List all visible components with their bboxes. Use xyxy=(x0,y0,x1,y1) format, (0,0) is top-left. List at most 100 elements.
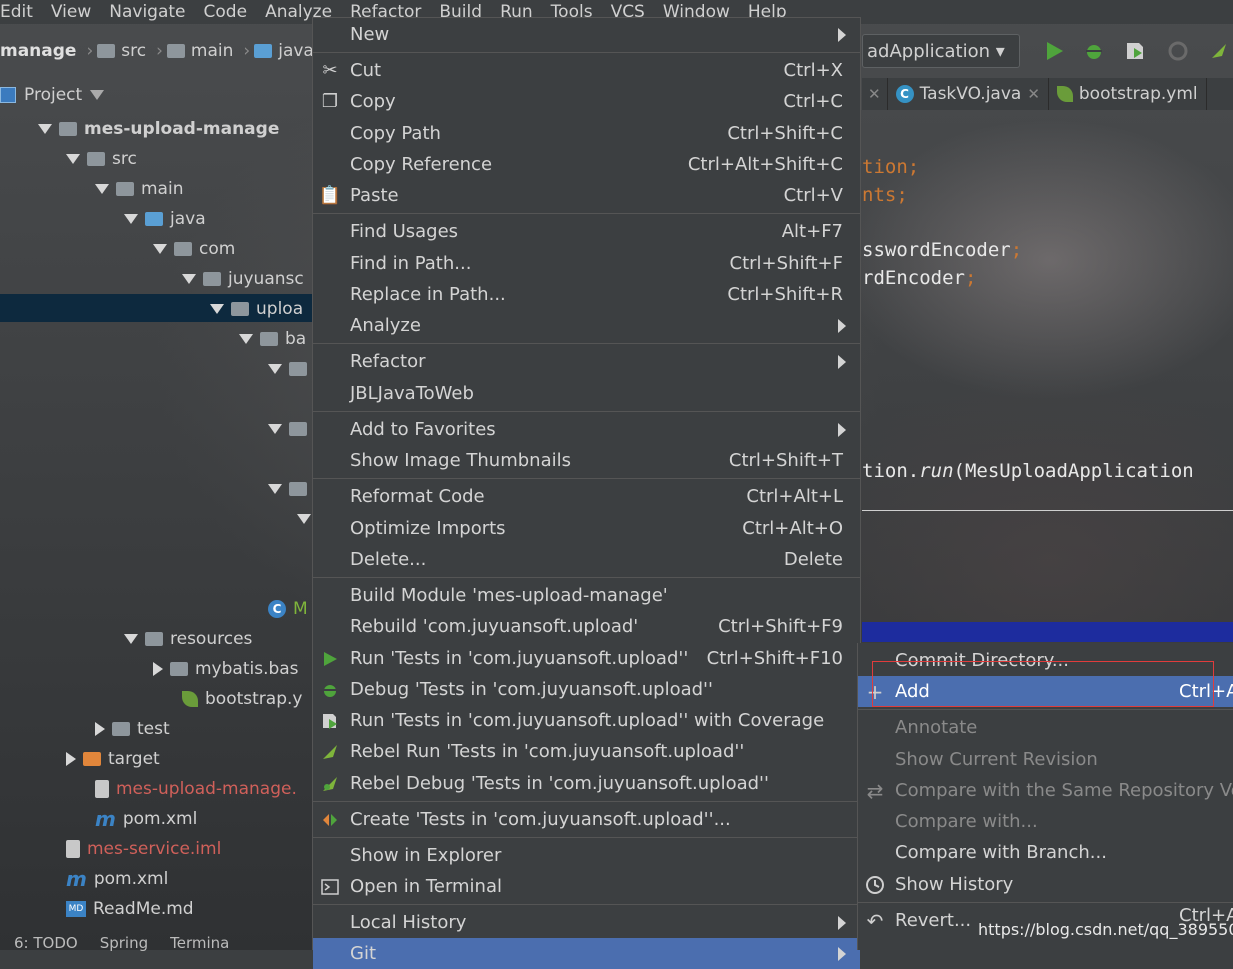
expand-arrow-icon[interactable] xyxy=(297,514,311,524)
tree-item[interactable]: mes-upload-manage xyxy=(38,114,279,144)
expand-arrow-icon[interactable] xyxy=(210,304,224,314)
expand-arrow-icon[interactable] xyxy=(124,214,138,224)
menu-navigate[interactable]: Navigate xyxy=(100,2,194,22)
menu-item-paste[interactable]: 📋 Paste Ctrl+V xyxy=(313,180,860,211)
menu-view[interactable]: View xyxy=(42,2,100,22)
menu-item-optimize-imports[interactable]: Optimize Imports Ctrl+Alt+O xyxy=(313,513,860,544)
profile-icon[interactable] xyxy=(1167,40,1189,62)
tree-item[interactable]: com xyxy=(153,234,235,264)
chevron-down-icon[interactable] xyxy=(90,90,105,100)
menu-item-rebuild[interactable]: Rebuild 'com.juyuansoft.upload' Ctrl+Shif… xyxy=(313,611,860,642)
menu-item-analyze[interactable]: Analyze xyxy=(313,310,860,341)
menu-item-show-image-thumbnails[interactable]: Show Image Thumbnails Ctrl+Shift+T xyxy=(313,445,860,476)
tree-item[interactable] xyxy=(268,414,307,444)
expand-arrow-icon[interactable] xyxy=(268,484,282,494)
collapse-arrow-icon[interactable] xyxy=(95,722,105,736)
breadcrumb-item-src[interactable]: src xyxy=(97,41,146,61)
expand-arrow-icon[interactable] xyxy=(38,124,52,134)
close-icon[interactable]: ✕ xyxy=(868,85,881,103)
expand-arrow-icon[interactable] xyxy=(124,634,138,644)
menu-item-copy-reference[interactable]: Copy Reference Ctrl+Alt+Shift+C xyxy=(313,149,860,180)
tree-item[interactable]: uploa xyxy=(210,294,303,324)
tree-item[interactable]: resources xyxy=(124,624,252,654)
menu-item-rebel-run[interactable]: Rebel Run 'Tests in 'com.juyuansoft.uplo… xyxy=(313,736,860,767)
menu-item-new[interactable]: New xyxy=(313,19,860,50)
submenu-item-compare-same-repository[interactable]: ⇄ Compare with the Same Repository Ver xyxy=(858,775,1233,806)
submenu-item-annotate[interactable]: Annotate xyxy=(858,712,1233,743)
tree-item[interactable]: juyuansc xyxy=(182,264,304,294)
tree-item[interactable]: m pom.xml xyxy=(95,804,197,834)
tree-item[interactable]: main xyxy=(95,174,183,204)
menu-item-git[interactable]: Git xyxy=(313,938,860,969)
collapse-arrow-icon[interactable] xyxy=(66,752,76,766)
tree-item[interactable]: test xyxy=(95,714,170,744)
tree-item[interactable] xyxy=(268,474,307,504)
run-configuration-select[interactable]: adApplication ▾ xyxy=(862,34,1020,68)
project-panel-header[interactable]: Project xyxy=(0,80,312,110)
menu-item-debug-tests[interactable]: Debug 'Tests in 'com.juyuansoft.upload'' xyxy=(313,674,860,705)
tool-window-todo[interactable]: 6: TODO xyxy=(14,934,78,952)
menu-item-find-in-path[interactable]: Find in Path... Ctrl+Shift+F xyxy=(313,248,860,279)
tree-item[interactable]: CM xyxy=(268,594,308,624)
menu-item-rebel-debug[interactable]: Rebel Debug 'Tests in 'com.juyuansoft.up… xyxy=(313,768,860,799)
breadcrumb-item-java[interactable]: java xyxy=(254,41,314,61)
menu-code[interactable]: Code xyxy=(195,2,257,22)
menu-item-replace-in-path[interactable]: Replace in Path... Ctrl+Shift+R xyxy=(313,279,860,310)
submenu-item-compare-with[interactable]: Compare with... xyxy=(858,806,1233,837)
breadcrumb-item-main[interactable]: main xyxy=(166,41,233,61)
tree-item[interactable]: mes-service.iml xyxy=(66,834,221,864)
submenu-item-show-current-revision[interactable]: Show Current Revision xyxy=(858,744,1233,775)
code-editor[interactable]: tion; nts; sswordEncoder; rdEncoder; tio… xyxy=(862,112,1233,512)
menu-item-copy[interactable]: ❐ Copy Ctrl+C xyxy=(313,86,860,117)
menu-item-local-history[interactable]: Local History xyxy=(313,907,860,938)
expand-arrow-icon[interactable] xyxy=(182,274,196,284)
tree-item[interactable]: ba xyxy=(239,324,306,354)
tree-item[interactable] xyxy=(268,354,307,384)
tree-item[interactable]: MD ReadMe.md xyxy=(66,894,194,924)
code-text: (MesUploadApplication xyxy=(953,460,1194,482)
coverage-icon[interactable] xyxy=(1124,40,1146,62)
menu-item-find-usages[interactable]: Find Usages Alt+F7 xyxy=(313,216,860,247)
submenu-item-show-history[interactable]: Show History xyxy=(858,869,1233,900)
menu-item-add-to-favorites[interactable]: Add to Favorites xyxy=(313,414,860,445)
menu-item-build-module[interactable]: Build Module 'mes-upload-manage' xyxy=(313,580,860,611)
tree-item[interactable]: m pom.xml xyxy=(66,864,168,894)
menu-item-cut[interactable]: ✂ Cut Ctrl+X xyxy=(313,55,860,86)
rebel-icon[interactable] xyxy=(1208,40,1230,62)
menu-item-open-in-terminal[interactable]: Open in Terminal xyxy=(313,871,860,902)
close-icon[interactable]: ✕ xyxy=(1027,85,1040,103)
menu-item-run-with-coverage[interactable]: Run 'Tests in 'com.juyuansoft.upload'' w… xyxy=(313,705,860,736)
expand-arrow-icon[interactable] xyxy=(239,334,253,344)
menu-item-delete[interactable]: Delete... Delete xyxy=(313,544,860,575)
menu-edit[interactable]: Edit xyxy=(0,2,42,22)
menu-item-reformat-code[interactable]: Reformat Code Ctrl+Alt+L xyxy=(313,481,860,512)
tab-taskvo[interactable]: C TaskVO.java ✕ xyxy=(888,78,1049,110)
tree-item[interactable]: bootstrap.y xyxy=(182,684,302,714)
tool-window-spring[interactable]: Spring xyxy=(100,934,148,952)
menu-item-refactor[interactable]: Refactor xyxy=(313,346,860,377)
tree-item[interactable]: mybatis.bas xyxy=(153,654,299,684)
expand-arrow-icon[interactable] xyxy=(268,364,282,374)
breadcrumb-item-module[interactable]: manage xyxy=(0,41,76,61)
tab-bootstrap[interactable]: bootstrap.yml xyxy=(1049,78,1207,110)
run-icon[interactable] xyxy=(1043,40,1065,62)
tab-previous[interactable]: ✕ xyxy=(862,78,888,110)
tree-item[interactable] xyxy=(297,504,311,534)
submenu-item-compare-with-branch[interactable]: Compare with Branch... xyxy=(858,837,1233,868)
tool-window-terminal[interactable]: Termina xyxy=(170,934,229,952)
menu-item-run-tests[interactable]: Run 'Tests in 'com.juyuansoft.upload'' Ct… xyxy=(313,643,860,674)
tree-item[interactable]: src xyxy=(66,144,137,174)
expand-arrow-icon[interactable] xyxy=(268,424,282,434)
tree-item[interactable]: mes-upload-manage. xyxy=(95,774,297,804)
expand-arrow-icon[interactable] xyxy=(66,154,80,164)
debug-icon[interactable] xyxy=(1083,40,1105,62)
tree-item[interactable]: target xyxy=(66,744,160,774)
menu-item-copy-path[interactable]: Copy Path Ctrl+Shift+C xyxy=(313,118,860,149)
tree-item[interactable]: java xyxy=(124,204,206,234)
menu-item-create-tests[interactable]: Create 'Tests in 'com.juyuansoft.upload'… xyxy=(313,804,860,835)
collapse-arrow-icon[interactable] xyxy=(153,662,163,676)
expand-arrow-icon[interactable] xyxy=(95,184,109,194)
menu-item-show-in-explorer[interactable]: Show in Explorer xyxy=(313,840,860,871)
menu-item-jbljavatoweb[interactable]: JBLJavaToWeb xyxy=(313,378,860,409)
expand-arrow-icon[interactable] xyxy=(153,244,167,254)
